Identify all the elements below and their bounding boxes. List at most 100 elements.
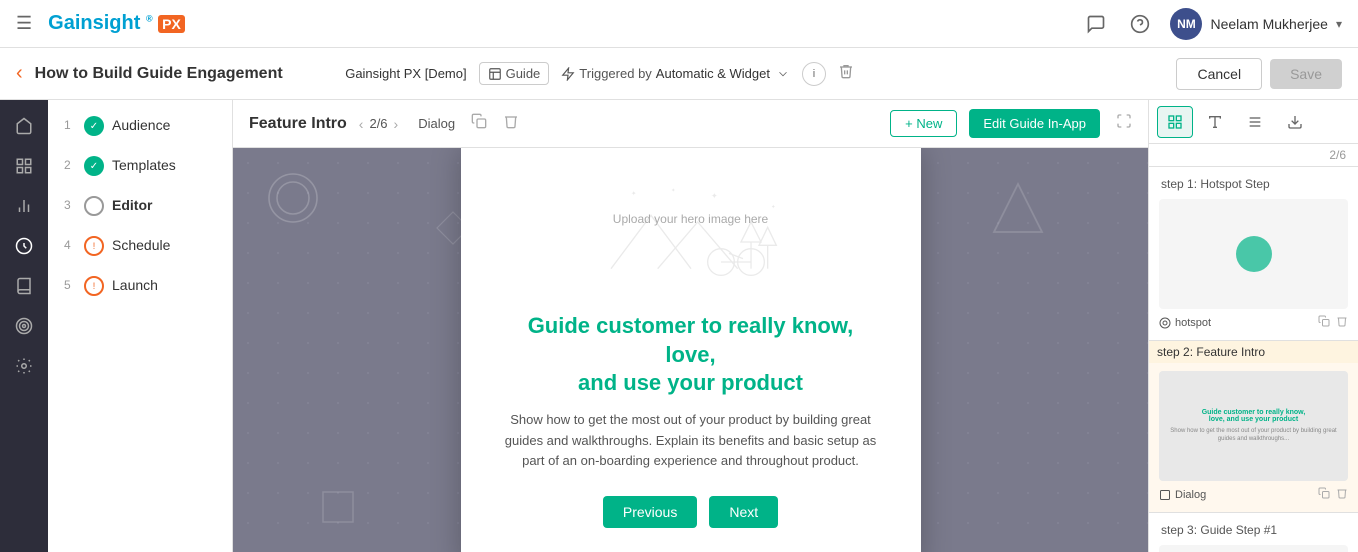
fullscreen-icon[interactable] xyxy=(1116,113,1132,134)
sidebar-grid-icon[interactable] xyxy=(6,148,42,184)
chevron-down-icon: ▾ xyxy=(1336,17,1342,31)
step-circle-3 xyxy=(84,196,104,216)
page-counter: 2/6 xyxy=(369,116,387,131)
canvas-area: ✦ ✦ ✦ ✦ Upload your hero image here Guid… xyxy=(233,148,1148,552)
mini-body: Show how to get the most out of your pro… xyxy=(1167,427,1340,444)
modal-heading: Guide customer to really know, love,and … xyxy=(501,312,881,398)
step-card-title-1: step 1: Hotspot Step xyxy=(1159,177,1348,191)
delete-step-2[interactable] xyxy=(1336,487,1348,502)
guide-badge: Guide xyxy=(479,62,550,85)
guide-meta: Gainsight PX [Demo] Guide Triggered by A… xyxy=(345,62,854,86)
step-item-3[interactable]: 3 Editor xyxy=(64,196,216,216)
logo: Gainsight ® PX xyxy=(48,12,185,35)
right-tab-settings[interactable] xyxy=(1237,106,1273,138)
step-type-2: Dialog xyxy=(1159,489,1206,501)
svg-text:✦: ✦ xyxy=(671,188,675,194)
step-card-title-2: step 2: Feature Intro xyxy=(1149,341,1358,363)
right-panel-counter: 2/6 xyxy=(1149,144,1358,167)
bg-decoration-1 xyxy=(253,158,333,238)
step-circle-4: ! xyxy=(84,236,104,256)
logo-px: PX xyxy=(158,15,185,33)
step-card-actions-1 xyxy=(1318,315,1348,330)
user-menu[interactable]: NM Neelam Mukherjee ▾ xyxy=(1170,8,1342,40)
trash-icon[interactable] xyxy=(503,113,519,134)
step-card-2: step 2: Feature Intro Guide customer to … xyxy=(1149,341,1358,513)
chat-icon[interactable] xyxy=(1082,10,1110,38)
step-label-1: Audience xyxy=(112,117,170,133)
prev-page-arrow[interactable]: ‹ xyxy=(359,116,364,132)
back-button[interactable]: ‹ xyxy=(16,62,23,85)
demo-badge: Gainsight PX [Demo] xyxy=(345,66,466,81)
step-num-3: 3 xyxy=(64,198,76,212)
step-circle-5: ! xyxy=(84,276,104,296)
step-item-5[interactable]: 5 ! Launch xyxy=(64,276,216,296)
right-tab-text[interactable] xyxy=(1197,106,1233,138)
hamburger-icon[interactable]: ☰ xyxy=(16,13,32,34)
feature-intro-title: Feature Intro xyxy=(249,115,347,133)
preview-area: Feature Intro ‹ 2/6 › Dialog + New Edit … xyxy=(233,100,1148,552)
copy-step-1[interactable] xyxy=(1318,315,1330,330)
sidebar-settings-icon[interactable] xyxy=(6,348,42,384)
svg-text:✦: ✦ xyxy=(771,205,775,211)
step-card-1: step 1: Hotspot Step hotspot xyxy=(1149,167,1358,341)
info-button[interactable]: i xyxy=(802,62,826,86)
second-bar: ‹ How to Build Guide Engagement Gainsigh… xyxy=(0,48,1358,100)
step-type-label-2: Dialog xyxy=(1175,489,1206,501)
step-item-2[interactable]: 2 ✓ Templates xyxy=(64,156,216,176)
delete-step-1[interactable] xyxy=(1336,315,1348,330)
step-label-5: Launch xyxy=(112,277,158,293)
modal-body: Show how to get the most out of your pro… xyxy=(501,410,881,472)
previous-button[interactable]: Previous xyxy=(603,496,697,528)
preview-bar: Feature Intro ‹ 2/6 › Dialog + New Edit … xyxy=(233,100,1148,148)
step-card-title-3: step 3: Guide Step #1 xyxy=(1159,523,1348,537)
right-tab-grid[interactable] xyxy=(1157,106,1193,138)
svg-text:✦: ✦ xyxy=(631,189,637,197)
avatar: NM xyxy=(1170,8,1202,40)
right-tab-export[interactable] xyxy=(1277,106,1313,138)
copy-icon[interactable] xyxy=(471,113,487,134)
hero-image-area[interactable]: ✦ ✦ ✦ ✦ Upload your hero image here xyxy=(581,172,801,292)
left-sidebar xyxy=(0,100,48,552)
right-panel-content: step 1: Hotspot Step hotspot xyxy=(1149,167,1358,552)
bg-decoration-2 xyxy=(988,178,1048,238)
step-card-footer-1: hotspot xyxy=(1159,315,1348,330)
step-card-preview-1[interactable] xyxy=(1159,199,1348,309)
step-type-1: hotspot xyxy=(1159,317,1211,329)
step-card-3: step 3: Guide Step #1 xyxy=(1149,513,1358,552)
step-num-4: 4 xyxy=(64,238,76,252)
nav-icons: NM Neelam Mukherjee ▾ xyxy=(1082,8,1342,40)
svg-text:✦: ✦ xyxy=(711,192,718,201)
hero-upload-text: Upload your hero image here xyxy=(613,212,768,226)
step-card-actions-2 xyxy=(1318,487,1348,502)
copy-step-2[interactable] xyxy=(1318,487,1330,502)
step-item-4[interactable]: 4 ! Schedule xyxy=(64,236,216,256)
sidebar-guide-icon[interactable] xyxy=(6,228,42,264)
help-icon[interactable] xyxy=(1126,10,1154,38)
step-card-preview-3[interactable] xyxy=(1159,545,1348,552)
edit-guide-button[interactable]: Edit Guide In-App xyxy=(969,109,1100,138)
step-circle-1: ✓ xyxy=(84,116,104,136)
hero-illustration: ✦ ✦ ✦ ✦ xyxy=(591,177,791,287)
page-nav: ‹ 2/6 › xyxy=(359,116,398,132)
step-item-1[interactable]: 1 ✓ Audience xyxy=(64,116,216,136)
save-button: Save xyxy=(1270,59,1342,89)
trigger-chevron-icon[interactable] xyxy=(776,67,790,81)
top-nav: ☰ Gainsight ® PX NM Neelam Mukherjee ▾ xyxy=(0,0,1358,48)
sidebar-book-icon[interactable] xyxy=(6,268,42,304)
guide-title: How to Build Guide Engagement xyxy=(35,65,334,83)
new-button[interactable]: + New xyxy=(890,110,957,137)
step-card-preview-2[interactable]: Guide customer to really know,love, and … xyxy=(1159,371,1348,481)
sidebar-home-icon[interactable] xyxy=(6,108,42,144)
next-button[interactable]: Next xyxy=(709,496,778,528)
sidebar-chart-icon[interactable] xyxy=(6,188,42,224)
guide-label: Guide xyxy=(506,66,541,81)
step-label-2: Templates xyxy=(112,157,176,173)
cancel-button[interactable]: Cancel xyxy=(1176,58,1262,90)
logo-gainsight: Gainsight xyxy=(48,12,140,34)
delete-button[interactable] xyxy=(838,63,854,84)
hotspot-preview xyxy=(1236,236,1272,272)
next-page-arrow[interactable]: › xyxy=(394,116,399,132)
step-label-3: Editor xyxy=(112,197,152,213)
main-layout: 1 ✓ Audience 2 ✓ Templates 3 Editor 4 ! … xyxy=(0,100,1358,552)
sidebar-target-icon[interactable] xyxy=(6,308,42,344)
